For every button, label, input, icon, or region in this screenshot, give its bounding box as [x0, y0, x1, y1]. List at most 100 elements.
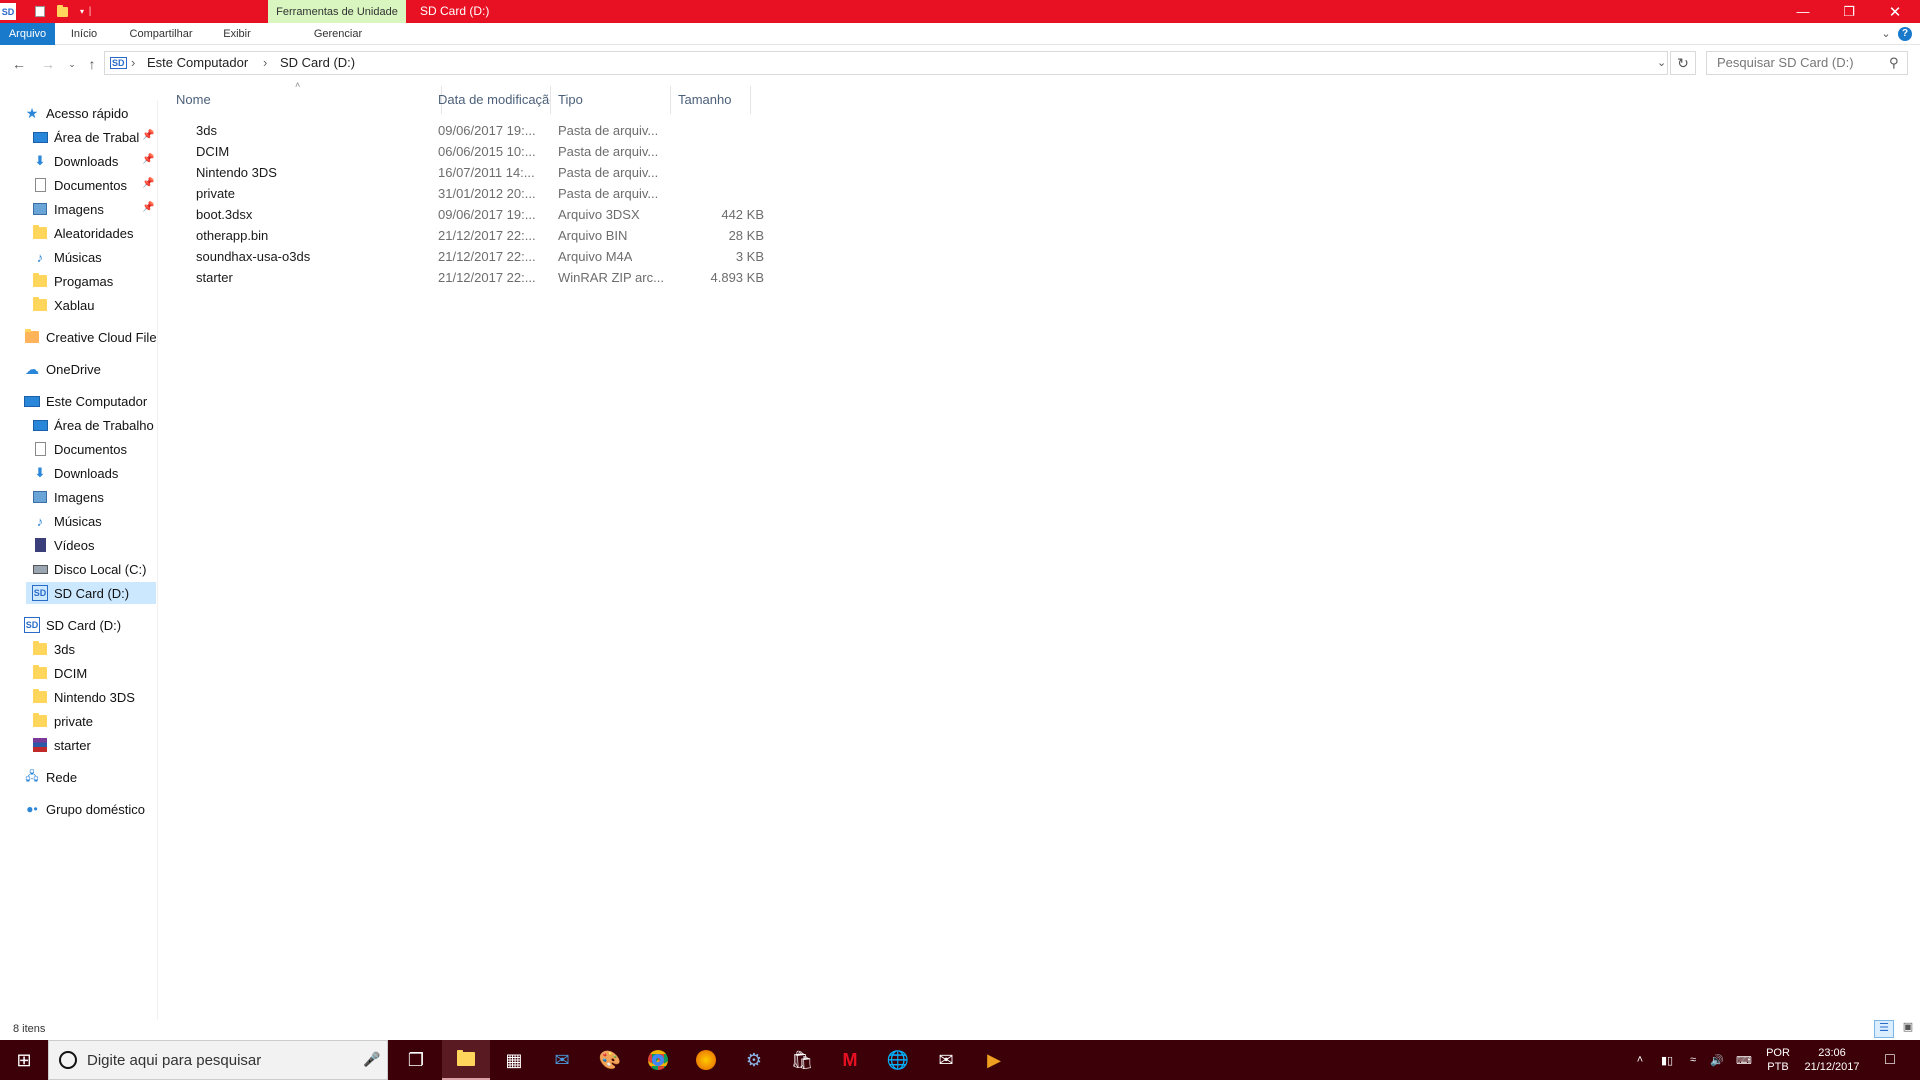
homegroup-icon: ●•	[26, 802, 38, 816]
sidebar-item-nintendo-3ds[interactable]: Nintendo 3DS	[32, 686, 135, 708]
tab-arquivo[interactable]: Arquivo	[0, 23, 55, 45]
file-explorer-icon[interactable]	[442, 1040, 490, 1080]
sidebar-item-xablau[interactable]: Xablau	[32, 294, 94, 316]
column-header-nome[interactable]: Nome	[169, 86, 442, 114]
back-icon[interactable]: ←	[9, 55, 29, 73]
windows-start-icon[interactable]: ⊞	[0, 1040, 48, 1080]
sidebar-item-area-de-trabalho[interactable]: Área de Trabalho	[32, 414, 154, 436]
store-icon[interactable]: 🛍	[778, 1040, 826, 1080]
language-indicator[interactable]: POR PTB	[1762, 1040, 1794, 1080]
file-row[interactable]: soundhax-usa-o3ds 21/12/2017 22:... Arqu…	[176, 246, 764, 267]
details-view-icon[interactable]: ☰	[1874, 1020, 1894, 1038]
up-icon[interactable]: ↑	[82, 55, 102, 73]
sidebar-item-documentos[interactable]: Documentos	[32, 438, 127, 460]
mail-icon[interactable]: ✉	[922, 1040, 970, 1080]
sidebar-item-grupo-domestico[interactable]: ●• Grupo doméstico	[24, 798, 145, 820]
close-button[interactable]: ✕	[1872, 0, 1918, 23]
large-icons-view-icon[interactable]: ▣	[1898, 1020, 1918, 1038]
file-row[interactable]: otherapp.bin 21/12/2017 22:... Arquivo B…	[176, 225, 764, 246]
sidebar-item-rede[interactable]: 🖧 Rede	[24, 766, 77, 788]
sidebar-item-starter[interactable]: starter	[32, 734, 91, 756]
steam-icon[interactable]: ⚙	[730, 1040, 778, 1080]
taskbar-search-input[interactable]: Digite aqui para pesquisar 🎤	[48, 1040, 388, 1080]
sidebar-item-imagens[interactable]: Imagens	[32, 486, 104, 508]
firefox-icon[interactable]	[682, 1040, 730, 1080]
volume-icon[interactable]: 🔊	[1706, 1040, 1728, 1080]
column-header-data[interactable]: Data de modificação	[431, 86, 551, 114]
column-header-tamanho[interactable]: Tamanho	[671, 86, 751, 114]
media-player-icon[interactable]: ▶	[970, 1040, 1018, 1080]
show-hidden-icons-icon[interactable]: ˄	[1630, 1040, 1650, 1080]
tab-inicio[interactable]: Início	[64, 23, 104, 45]
properties-icon[interactable]	[32, 3, 48, 20]
clock[interactable]: 23:06 21/12/2017	[1800, 1040, 1864, 1080]
sidebar-item-disco-local[interactable]: Disco Local (C:)	[32, 558, 146, 580]
breadcrumb-separator-icon[interactable]: ›	[263, 52, 267, 74]
folder-icon	[32, 665, 48, 681]
battery-icon[interactable]: ▮▯	[1655, 1040, 1679, 1080]
sidebar-item-downloads-pinned[interactable]: ⬇ Downloads	[32, 150, 119, 172]
keyboard-icon[interactable]: ⌨	[1730, 1040, 1758, 1080]
file-list-view: ˄ Nome Data de modificação Tipo Tamanho …	[159, 80, 1920, 1016]
file-row[interactable]: 3ds 09/06/2017 19:... Pasta de arquiv...	[176, 120, 764, 141]
sidebar-item-este-computador[interactable]: Este Computador	[24, 390, 147, 412]
sidebar-item-downloads[interactable]: ⬇ Downloads	[32, 462, 119, 484]
sidebar-item-private[interactable]: private	[32, 710, 93, 732]
file-row[interactable]: DCIM 06/06/2015 10:... Pasta de arquiv..…	[176, 141, 764, 162]
sidebar-item-acesso-rapido[interactable]: ★ Acesso rápido	[24, 102, 129, 124]
sidebar-item-sd-card-selected[interactable]: SD SD Card (D:)	[26, 582, 156, 604]
sidebar-item-area-de-trabalho-pinned[interactable]: Área de Trabal	[32, 126, 139, 148]
tab-compartilhar[interactable]: Compartilhar	[122, 23, 200, 45]
forward-icon[interactable]: →	[38, 55, 58, 73]
search-input[interactable]: Pesquisar SD Card (D:) ⚲	[1706, 51, 1908, 75]
file-type: Pasta de arquiv...	[558, 144, 659, 159]
address-bar[interactable]: SD › Este Computador › SD Card (D:) ⌄	[104, 51, 1668, 75]
column-header-tipo[interactable]: Tipo	[551, 86, 671, 114]
sidebar-item-progamas[interactable]: Progamas	[32, 270, 113, 292]
globe-icon[interactable]: 🌐	[874, 1040, 922, 1080]
chrome-icon[interactable]	[634, 1040, 682, 1080]
file-row[interactable]: private 31/01/2012 20:... Pasta de arqui…	[176, 183, 764, 204]
download-icon: ⬇	[34, 465, 46, 480]
new-folder-icon[interactable]	[54, 3, 70, 20]
refresh-icon[interactable]: ↻	[1670, 51, 1696, 75]
help-icon[interactable]: ?	[1898, 27, 1912, 41]
drive-tools-contextual-tab[interactable]: Ferramentas de Unidade	[268, 0, 406, 23]
sidebar-item-onedrive[interactable]: ☁ OneDrive	[24, 358, 101, 380]
action-center-icon[interactable]: □	[1872, 1040, 1908, 1080]
address-dropdown-icon[interactable]: ⌄	[1657, 52, 1666, 74]
calculator-icon[interactable]: ▦	[490, 1040, 538, 1080]
search-icon[interactable]: ⚲	[1889, 55, 1899, 71]
breadcrumb-sd-card[interactable]: SD Card (D:)	[280, 52, 355, 74]
sidebar-item-aleatoridades[interactable]: Aleatoridades	[32, 222, 134, 244]
paint-icon[interactable]: 🎨	[586, 1040, 634, 1080]
file-row[interactable]: boot.3dsx 09/06/2017 19:... Arquivo 3DSX…	[176, 204, 764, 225]
breadcrumb-separator-icon[interactable]: ›	[131, 52, 135, 74]
expand-ribbon-icon[interactable]: ⌄	[1878, 23, 1894, 45]
sidebar-item-musicas-pc[interactable]: ♪ Músicas	[32, 510, 102, 532]
tab-gerenciar[interactable]: Gerenciar	[308, 23, 368, 45]
outlook-icon[interactable]: ✉	[538, 1040, 586, 1080]
drive-icon	[32, 561, 48, 577]
file-row[interactable]: starter 21/12/2017 22:... WinRAR ZIP arc…	[176, 267, 764, 288]
sidebar-item-imagens-pinned[interactable]: Imagens	[32, 198, 104, 220]
restore-button[interactable]: ❐	[1826, 0, 1872, 23]
search-placeholder: Pesquisar SD Card (D:)	[1717, 55, 1854, 70]
breadcrumb-este-computador[interactable]: Este Computador	[147, 52, 248, 74]
sidebar-item-3ds[interactable]: 3ds	[32, 638, 75, 660]
sidebar-item-musicas[interactable]: ♪ Músicas	[32, 246, 102, 268]
task-view-icon[interactable]: ❐	[392, 1040, 440, 1080]
recent-locations-icon[interactable]: ⌄	[62, 55, 82, 73]
mcafee-icon[interactable]: M	[826, 1040, 874, 1080]
wifi-icon[interactable]: ≈	[1682, 1040, 1704, 1080]
sidebar-item-sd-card-root[interactable]: SD SD Card (D:)	[24, 614, 121, 636]
sidebar-item-creative-cloud[interactable]: Creative Cloud Files	[24, 326, 156, 348]
tab-exibir[interactable]: Exibir	[218, 23, 256, 45]
folder-icon	[32, 641, 48, 657]
sidebar-item-videos[interactable]: Vídeos	[32, 534, 94, 556]
minimize-button[interactable]: —	[1780, 0, 1826, 23]
microphone-icon[interactable]: 🎤	[363, 1051, 380, 1068]
file-row[interactable]: Nintendo 3DS 16/07/2011 14:... Pasta de …	[176, 162, 764, 183]
sidebar-item-documentos-pinned[interactable]: Documentos	[32, 174, 127, 196]
sidebar-item-dcim[interactable]: DCIM	[32, 662, 87, 684]
